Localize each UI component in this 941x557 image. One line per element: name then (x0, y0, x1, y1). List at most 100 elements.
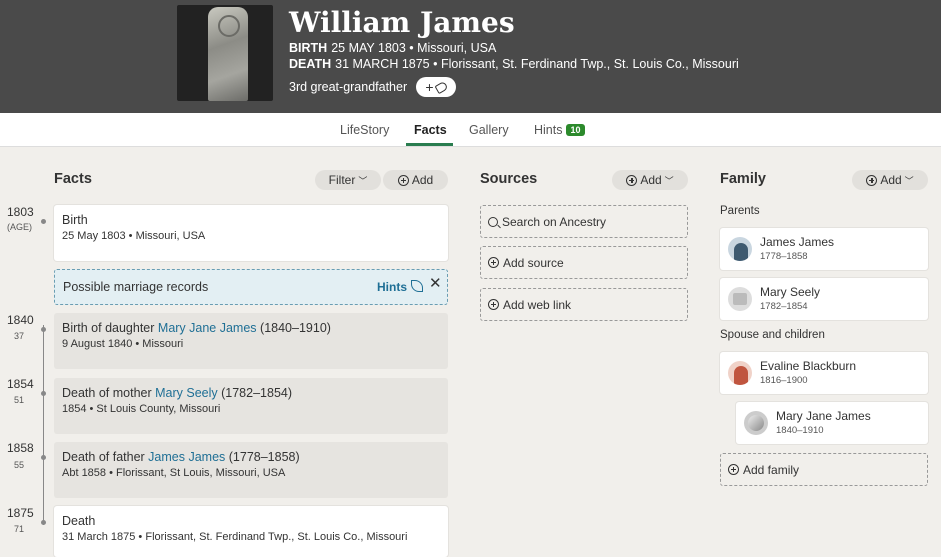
profile-header: William James BIRTH 25 MAY 1803 • Missour… (0, 0, 941, 113)
fact-card-death[interactable]: Death 31 March 1875 • Florissant, St. Fe… (54, 506, 448, 557)
parent-card-mary-seely[interactable]: Mary Seely 1782–1854 (720, 278, 928, 320)
timeline-year: 1858 (7, 441, 34, 455)
fact-detail: 9 August 1840 • Missouri (62, 338, 184, 350)
chevron-down-icon: ﹀ (904, 175, 914, 186)
add-family-label: Add family (743, 462, 800, 477)
sources-title: Sources (480, 171, 538, 187)
person-name: William James (289, 6, 515, 39)
plus-circle-icon (397, 174, 409, 186)
birth-label: BIRTH (289, 41, 328, 55)
avatar (728, 361, 752, 385)
fact-detail: Abt 1858 • Florissant, St Louis, Missour… (62, 467, 286, 479)
parent-card-james-james[interactable]: James James 1778–1858 (720, 228, 928, 270)
filter-label: Filter (328, 173, 356, 187)
fact-title: Death of father James James (1778–1858) (62, 450, 440, 464)
timeline-year: 1875 (7, 506, 34, 520)
filter-button[interactable]: Filter ﹀ (315, 170, 381, 190)
add-fact-label: Add (411, 173, 434, 187)
fact-card-daughter-birth[interactable]: Birth of daughter Mary Jane James (1840–… (54, 313, 448, 369)
tab-facts[interactable]: Facts (414, 123, 447, 137)
parents-label: Parents (720, 205, 760, 217)
fact-detail: 25 May 1803 • Missouri, USA (62, 230, 206, 242)
add-source-menu-button[interactable]: Add ﹀ (612, 170, 688, 190)
plus-circle-icon (866, 174, 878, 186)
person-link[interactable]: James James (148, 450, 225, 464)
add-web-link-button[interactable]: Add web link (480, 288, 688, 321)
timeline-line (43, 325, 44, 525)
fact-detail: 31 March 1875 • Florissant, St. Ferdinan… (62, 531, 408, 543)
fact-title: Death (62, 514, 96, 528)
add-family-button[interactable]: Add family (720, 453, 928, 486)
person-link[interactable]: Mary Seely (155, 386, 218, 400)
active-tab-indicator (406, 143, 453, 146)
fact-title-prefix: Death of father (62, 450, 149, 464)
chevron-down-icon: ﹀ (358, 175, 368, 186)
add-tag-button[interactable]: + (416, 77, 456, 97)
marriage-hint-card[interactable]: Possible marriage records Hints ✕ (54, 269, 448, 305)
plus-icon: + (425, 79, 434, 95)
add-source-button[interactable]: Add source (480, 246, 688, 279)
timeline-dot (41, 327, 46, 332)
search-on-ancestry-label: Search on Ancestry (502, 214, 607, 229)
fact-title-suffix: (1840–1910) (256, 321, 331, 335)
hints-link[interactable]: Hints (377, 280, 407, 294)
tag-icon (434, 80, 449, 94)
search-icon (488, 216, 498, 227)
person-card-name: Evaline Blackburn (760, 359, 857, 373)
add-family-menu-button[interactable]: Add ﹀ (852, 170, 928, 190)
close-icon[interactable]: ✕ (429, 274, 442, 292)
plus-circle-icon (626, 174, 638, 186)
timeline-age: 55 (14, 460, 25, 470)
tab-gallery[interactable]: Gallery (469, 123, 509, 137)
death-value: 31 MARCH 1875 • Florissant, St. Ferdinan… (335, 57, 739, 71)
fact-title: Death of mother Mary Seely (1782–1854) (62, 386, 440, 400)
birth-summary: BIRTH 25 MAY 1803 • Missouri, USA (289, 41, 496, 55)
person-card-name: Mary Seely (760, 285, 821, 299)
birth-value: 25 MAY 1803 • Missouri, USA (331, 41, 497, 55)
chevron-down-icon: ﹀ (664, 175, 674, 186)
tab-hints-label: Hints (534, 123, 563, 137)
plus-circle-icon (728, 464, 739, 475)
plus-circle-icon (488, 257, 499, 268)
tab-hints[interactable]: Hints 10 (534, 123, 585, 137)
tab-lifestory[interactable]: LifeStory (340, 123, 389, 137)
fact-title-suffix: (1778–1858) (225, 450, 300, 464)
person-card-dates: 1840–1910 (776, 425, 824, 436)
fact-title-prefix: Death of mother (62, 386, 156, 400)
fact-card-birth[interactable]: Birth 25 May 1803 • Missouri, USA (54, 205, 448, 261)
person-card-name: James James (760, 235, 835, 249)
facts-title: Facts (54, 171, 92, 187)
add-web-link-label: Add web link (503, 297, 572, 312)
timeline-year: 1840 (7, 313, 34, 327)
profile-photo[interactable] (177, 5, 273, 101)
person-card-dates: 1778–1858 (760, 251, 808, 262)
add-source-menu-label: Add (640, 173, 662, 187)
fact-title: Birth of daughter Mary Jane James (1840–… (62, 321, 440, 335)
add-fact-button[interactable]: Add (383, 170, 448, 190)
death-label: DEATH (289, 57, 332, 71)
fact-card-father-death[interactable]: Death of father James James (1778–1858) … (54, 442, 448, 498)
spouse-children-label: Spouse and children (720, 329, 825, 341)
plus-circle-icon (488, 299, 499, 310)
child-card-mary-jane-james[interactable]: Mary Jane James 1840–1910 (736, 402, 928, 444)
timeline-age: 51 (14, 395, 25, 405)
hint-text: Possible marriage records (63, 280, 209, 294)
fact-detail: 1854 • St Louis County, Missouri (62, 403, 221, 415)
spouse-card-evaline-blackburn[interactable]: Evaline Blackburn 1816–1900 (720, 352, 928, 394)
fact-card-mother-death[interactable]: Death of mother Mary Seely (1782–1854) 1… (54, 378, 448, 434)
timeline-dot (41, 391, 46, 396)
avatar (744, 411, 768, 435)
add-family-menu-label: Add (880, 173, 902, 187)
fact-title-suffix: (1782–1854) (217, 386, 293, 400)
death-summary: DEATH 31 MARCH 1875 • Florissant, St. Fer… (289, 57, 739, 71)
timeline-dot (41, 455, 46, 460)
family-title: Family (720, 171, 766, 187)
timeline-age: 37 (14, 331, 25, 341)
search-on-ancestry-button[interactable]: Search on Ancestry (480, 205, 688, 238)
person-card-name: Mary Jane James (776, 409, 871, 423)
person-link[interactable]: Mary Jane James (158, 321, 257, 335)
hints-count-badge: 10 (566, 124, 585, 136)
leaf-icon (411, 280, 423, 292)
fact-title: Birth (62, 213, 88, 227)
timeline-age: 71 (14, 524, 25, 534)
